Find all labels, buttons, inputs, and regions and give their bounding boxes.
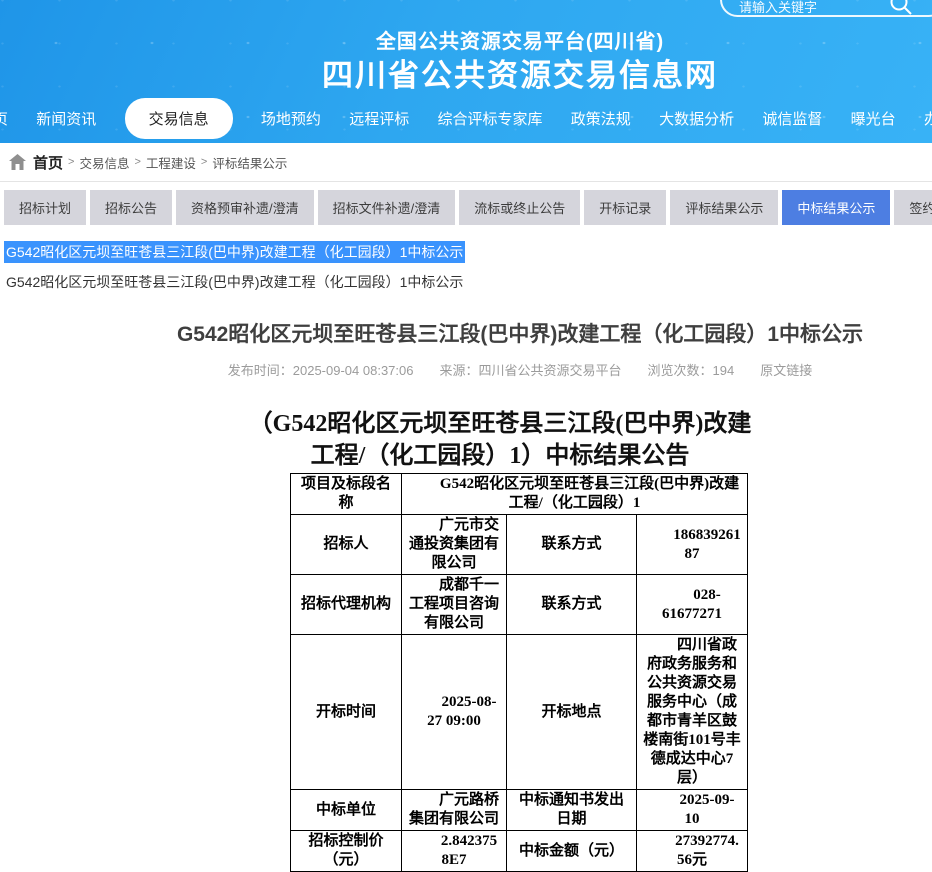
breadcrumb-engineering[interactable]: 工程建设 [146,153,196,172]
cell-winning-amount-label: 中标金额（元） [507,831,637,872]
bid-result-table: 项目及标段名称 G542昭化区元坝至旺苍县三江段(巴中界)改建工程/（化工园段）… [290,473,748,872]
cell-opening-place-label: 开标地点 [507,635,637,790]
document-title: （G542昭化区元坝至旺苍县三江段(巴中界)改建工程/（化工园段）1）中标结果公… [246,408,754,472]
table-row: 中标单位 广元路桥集团有限公司 中标通知书发出日期 2025-09-10 [291,790,748,831]
announcement-link[interactable]: G542昭化区元坝至旺苍县三江段(巴中界)改建工程（化工园段）1中标公示 [6,272,932,292]
main-nav: 首页 新闻资讯 交易信息 场地预约 远程评标 综合评标专家库 政策法规 大数据分… [0,98,932,139]
announcement-link-selected[interactable]: G542昭化区元坝至旺苍县三江段(巴中界)改建工程（化工园段）1中标公示 [4,241,465,263]
search-placeholder: 请输入关键字 [739,0,817,16]
cell-contact-label: 联系方式 [507,515,637,575]
cell-opening-time-label: 开标时间 [291,635,402,790]
table-row: 招标代理机构 成都千一工程项目咨询有限公司 联系方式 028-61677271 [291,575,748,635]
cell-project-name-label: 项目及标段名称 [291,474,402,515]
cell-control-price-label: 招标控制价（元） [291,831,402,872]
cell-agency-contact-label: 联系方式 [507,575,637,635]
table-row: 项目及标段名称 G542昭化区元坝至旺苍县三江段(巴中界)改建工程/（化工园段）… [291,474,748,515]
nav-item-integrity[interactable]: 诚信监督 [762,98,822,139]
article-meta: 发布时间：2025-09-04 08:37:06 来源：四川省公共资源交易平台 浏览… [0,360,932,379]
nav-item-remote-evaluation[interactable]: 远程评标 [349,98,409,139]
cell-tenderer-value: 广元市交通投资集团有限公司 [402,515,507,575]
home-icon[interactable] [9,154,26,170]
search-icon[interactable] [888,0,914,22]
nav-item-service-guide[interactable]: 办事指南 [924,98,932,139]
nav-item-trading-info[interactable]: 交易信息 [125,98,233,139]
view-count: 浏览次数：194 [648,363,735,378]
breadcrumb-separator [134,156,140,168]
category-tabs: 招标计划 招标公告 资格预审补遗/澄清 招标文件补遗/澄清 流标或终止公告 开标… [4,190,932,225]
cell-notice-date-label: 中标通知书发出日期 [507,790,637,831]
breadcrumb-evaluation-result[interactable]: 评标结果公示 [212,153,287,172]
cell-control-price-value: 2.8423758E7 [402,831,507,872]
site-title: 四川省公共资源交易信息网 [0,50,932,95]
cell-agency-value: 成都千一工程项目咨询有限公司 [402,575,507,635]
site-header: 请输入关键字 全国公共资源交易平台(四川省) 四川省公共资源交易信息网 首页 新… [0,0,932,143]
table-row: 招标人 广元市交通投资集团有限公司 联系方式 18683926187 [291,515,748,575]
cell-opening-time-value: 2025-08-27 09:00 [402,635,507,790]
cell-contact-value: 18683926187 [637,515,748,575]
tab-evaluation-result[interactable]: 评标结果公示 [670,190,778,225]
tab-opening-record[interactable]: 开标记录 [584,190,666,225]
source: 来源：四川省公共资源交易平台 [439,363,621,378]
tab-contract-performance[interactable]: 签约履行 [894,190,932,225]
cell-winning-amount-value: 27392774.56元 [637,831,748,872]
publish-time: 发布时间：2025-09-04 08:37:06 [228,363,414,378]
cell-agency-label: 招标代理机构 [291,575,402,635]
tab-failed-or-terminated[interactable]: 流标或终止公告 [459,190,580,225]
table-row: 开标时间 2025-08-27 09:00 开标地点 四川省政府政务服务和公共资… [291,635,748,790]
nav-item-policies[interactable]: 政策法规 [571,98,631,139]
tab-bid-doc-addendum[interactable]: 招标文件补遗/澄清 [318,190,456,225]
nav-item-home[interactable]: 首页 [0,98,8,139]
table-row: 招标控制价（元） 2.8423758E7 中标金额（元） 27392774.56… [291,831,748,872]
search-input[interactable]: 请输入关键字 [720,0,932,17]
breadcrumb-trading-info[interactable]: 交易信息 [79,153,129,172]
nav-item-news[interactable]: 新闻资讯 [36,98,96,139]
tab-bidding-plan[interactable]: 招标计划 [4,190,86,225]
tab-bidding-announcement[interactable]: 招标公告 [90,190,172,225]
nav-item-exposure[interactable]: 曝光台 [851,98,896,139]
cell-winner-value: 广元路桥集团有限公司 [402,790,507,831]
tab-winning-result[interactable]: 中标结果公示 [782,190,890,225]
nav-item-venue-booking[interactable]: 场地预约 [261,98,321,139]
cell-agency-contact-value: 028-61677271 [637,575,748,635]
nav-item-big-data[interactable]: 大数据分析 [659,98,734,139]
tab-prequalification-addendum[interactable]: 资格预审补遗/澄清 [176,190,314,225]
breadcrumb-separator [68,156,74,168]
cell-opening-place-value: 四川省政府政务服务和公共资源交易服务中心（成都市青羊区鼓楼南街101号丰德成达中… [637,635,748,790]
breadcrumb-home[interactable]: 首页 [33,152,63,173]
breadcrumb: 首页 交易信息 工程建设 评标结果公示 [0,143,932,182]
cell-tenderer-label: 招标人 [291,515,402,575]
page-title: G542昭化区元坝至旺苍县三江段(巴中界)改建工程（化工园段）1中标公示 [0,318,932,348]
breadcrumb-separator [201,156,207,168]
nav-item-expert-database[interactable]: 综合评标专家库 [437,98,542,139]
cell-notice-date-value: 2025-09-10 [637,790,748,831]
cell-winner-label: 中标单位 [291,790,402,831]
original-link[interactable]: 原文链接 [760,363,812,378]
cell-project-name-value: G542昭化区元坝至旺苍县三江段(巴中界)改建工程/（化工园段）1 [402,474,748,515]
